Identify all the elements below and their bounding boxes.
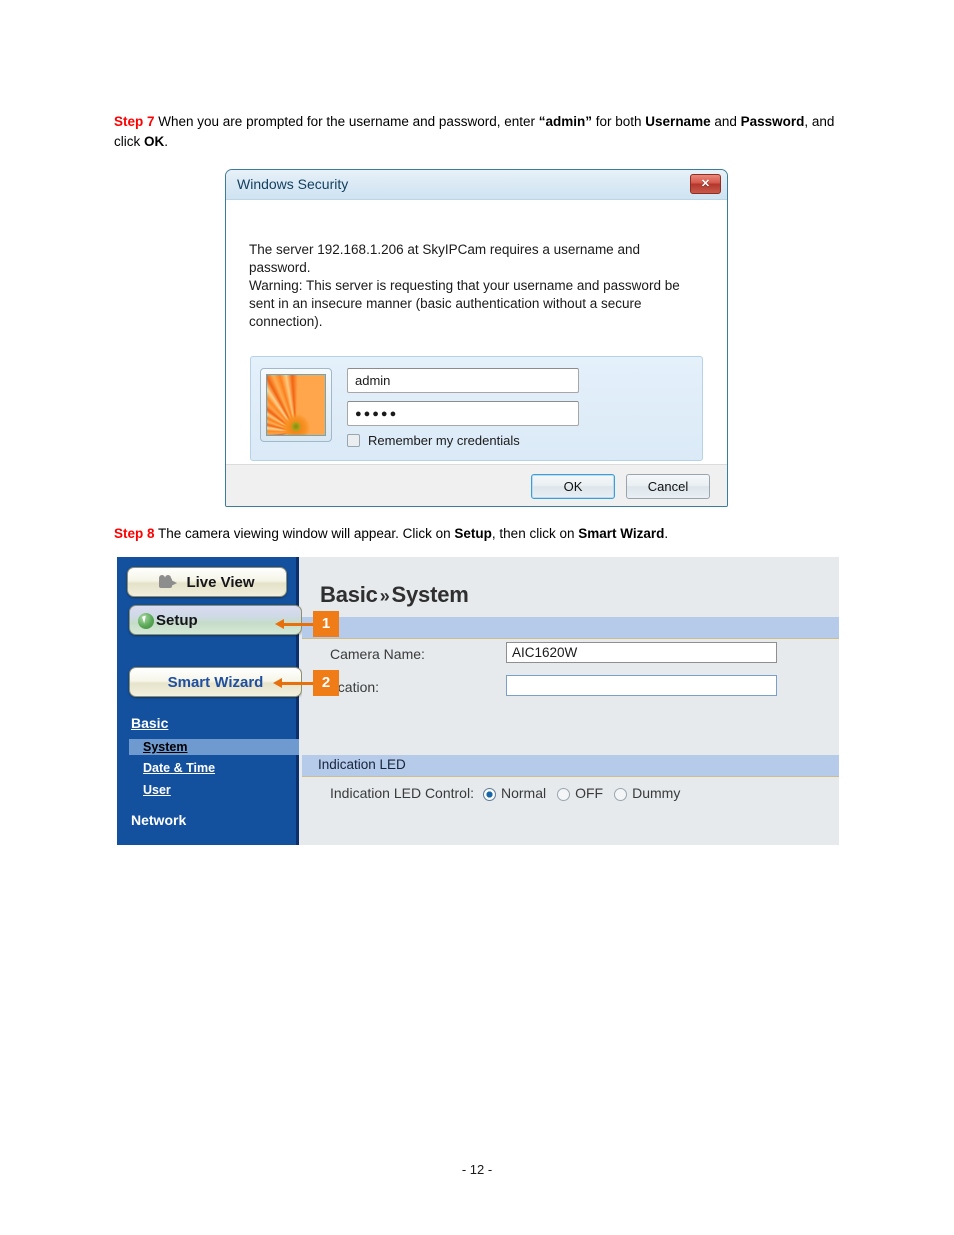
dialog-body: The server 192.168.1.206 at SkyIPCam req…	[226, 200, 727, 466]
step-7-text-3: and	[710, 114, 741, 129]
radio-dummy[interactable]	[614, 787, 628, 801]
step-7-bold-password: Password	[740, 114, 805, 129]
sidebar-group-basic[interactable]: Basic	[131, 715, 168, 731]
step-7-bold-admin: “admin”	[538, 114, 592, 129]
live-view-button[interactable]: Live View	[127, 567, 287, 597]
windows-security-dialog: Windows Security ✕ The server 192.168.1.…	[225, 169, 728, 507]
callout-arrow-2-icon	[273, 678, 315, 688]
dialog-message-primary: The server 192.168.1.206 at SkyIPCam req…	[249, 242, 640, 275]
sidebar-item-user[interactable]: User	[143, 783, 171, 797]
username-field[interactable]: admin	[347, 368, 579, 393]
callout-badge-1: 1	[313, 611, 339, 637]
step-7-label: Step 7	[114, 114, 155, 129]
step-8-text-2: , then click on	[491, 526, 579, 541]
remember-credentials-label: Remember my credentials	[368, 433, 520, 448]
camera-name-input[interactable]: AIC1620W	[506, 642, 777, 663]
indication-led-control-label: Indication LED Control:	[330, 785, 474, 801]
radio-normal-label: Normal	[500, 785, 547, 801]
smart-wizard-label: Smart Wizard	[167, 673, 264, 691]
section-header-indication-led: Indication LED	[302, 755, 839, 777]
dialog-title: Windows Security	[237, 176, 349, 192]
radio-dummy-label: Dummy	[632, 785, 681, 801]
step-8-text-3: .	[664, 526, 669, 541]
dialog-message-warning: Warning: This server is requesting that …	[249, 278, 680, 329]
cancel-button[interactable]: Cancel	[626, 474, 710, 499]
step-7-text-2: for both	[592, 114, 646, 129]
location-input[interactable]	[506, 675, 777, 696]
step-7-paragraph: Step 7 When you are prompted for the use…	[114, 112, 842, 152]
step-8-text-1: The camera viewing window will appear. C…	[154, 526, 455, 541]
step-7-text-5: .	[164, 134, 169, 149]
indication-led-control-row: Indication LED Control: Normal OFF Dummy	[330, 785, 682, 801]
close-icon[interactable]: ✕	[690, 174, 721, 194]
sidebar-item-date-time[interactable]: Date & Time	[143, 761, 215, 775]
step-8-bold-smart-wizard: Smart Wizard	[578, 526, 665, 541]
breadcrumb-separator-icon: »	[379, 586, 390, 606]
breadcrumb: Basic »System	[320, 582, 469, 608]
avatar	[260, 368, 332, 442]
camera-content-panel: Basic»System ic Camera Name: AIC1620W oc…	[302, 557, 839, 845]
setup-label: Setup	[156, 611, 198, 629]
camera-name-label: Camera Name:	[330, 646, 425, 662]
avatar-image	[266, 374, 326, 436]
callout-arrow-1-icon	[275, 619, 315, 629]
breadcrumb-current: System	[391, 582, 469, 607]
dialog-title-bar: Windows Security ✕	[226, 170, 727, 200]
step-8-label: Step 8	[114, 526, 155, 541]
camera-web-ui-screenshot: Live View Setup Smart Wizard Basic Syste…	[117, 557, 839, 845]
live-view-label: Live View	[186, 573, 255, 591]
camera-sidebar: Live View Setup Smart Wizard Basic Syste…	[117, 557, 302, 845]
password-field[interactable]: ●●●●●	[347, 401, 579, 426]
sidebar-group-network[interactable]: Network	[131, 812, 186, 828]
remember-credentials-checkbox[interactable]	[347, 434, 360, 447]
remember-credentials-row[interactable]: Remember my credentials	[347, 433, 520, 448]
sidebar-item-system[interactable]: System	[129, 739, 299, 755]
step-7-text-1: When you are prompted for the username a…	[154, 114, 539, 129]
breadcrumb-parent: Basic	[320, 582, 378, 607]
radio-off[interactable]	[557, 787, 571, 801]
section-header-basic: ic	[302, 617, 839, 639]
radio-normal[interactable]	[482, 787, 496, 801]
page-number: - 12 -	[461, 1162, 493, 1177]
cursor-circle-icon	[138, 613, 154, 629]
credentials-panel: admin ●●●●● Remember my credentials	[250, 356, 703, 461]
camcorder-icon	[159, 574, 179, 589]
step-8-paragraph: Step 8 The camera viewing window will ap…	[114, 524, 842, 544]
callout-badge-2: 2	[313, 670, 339, 696]
step-8-bold-setup: Setup	[454, 526, 492, 541]
step-7-bold-ok: OK	[144, 134, 165, 149]
ok-button[interactable]: OK	[531, 474, 615, 499]
radio-off-label: OFF	[575, 785, 604, 801]
dialog-footer: OK Cancel	[226, 464, 727, 506]
step-7-bold-username: Username	[645, 114, 711, 129]
